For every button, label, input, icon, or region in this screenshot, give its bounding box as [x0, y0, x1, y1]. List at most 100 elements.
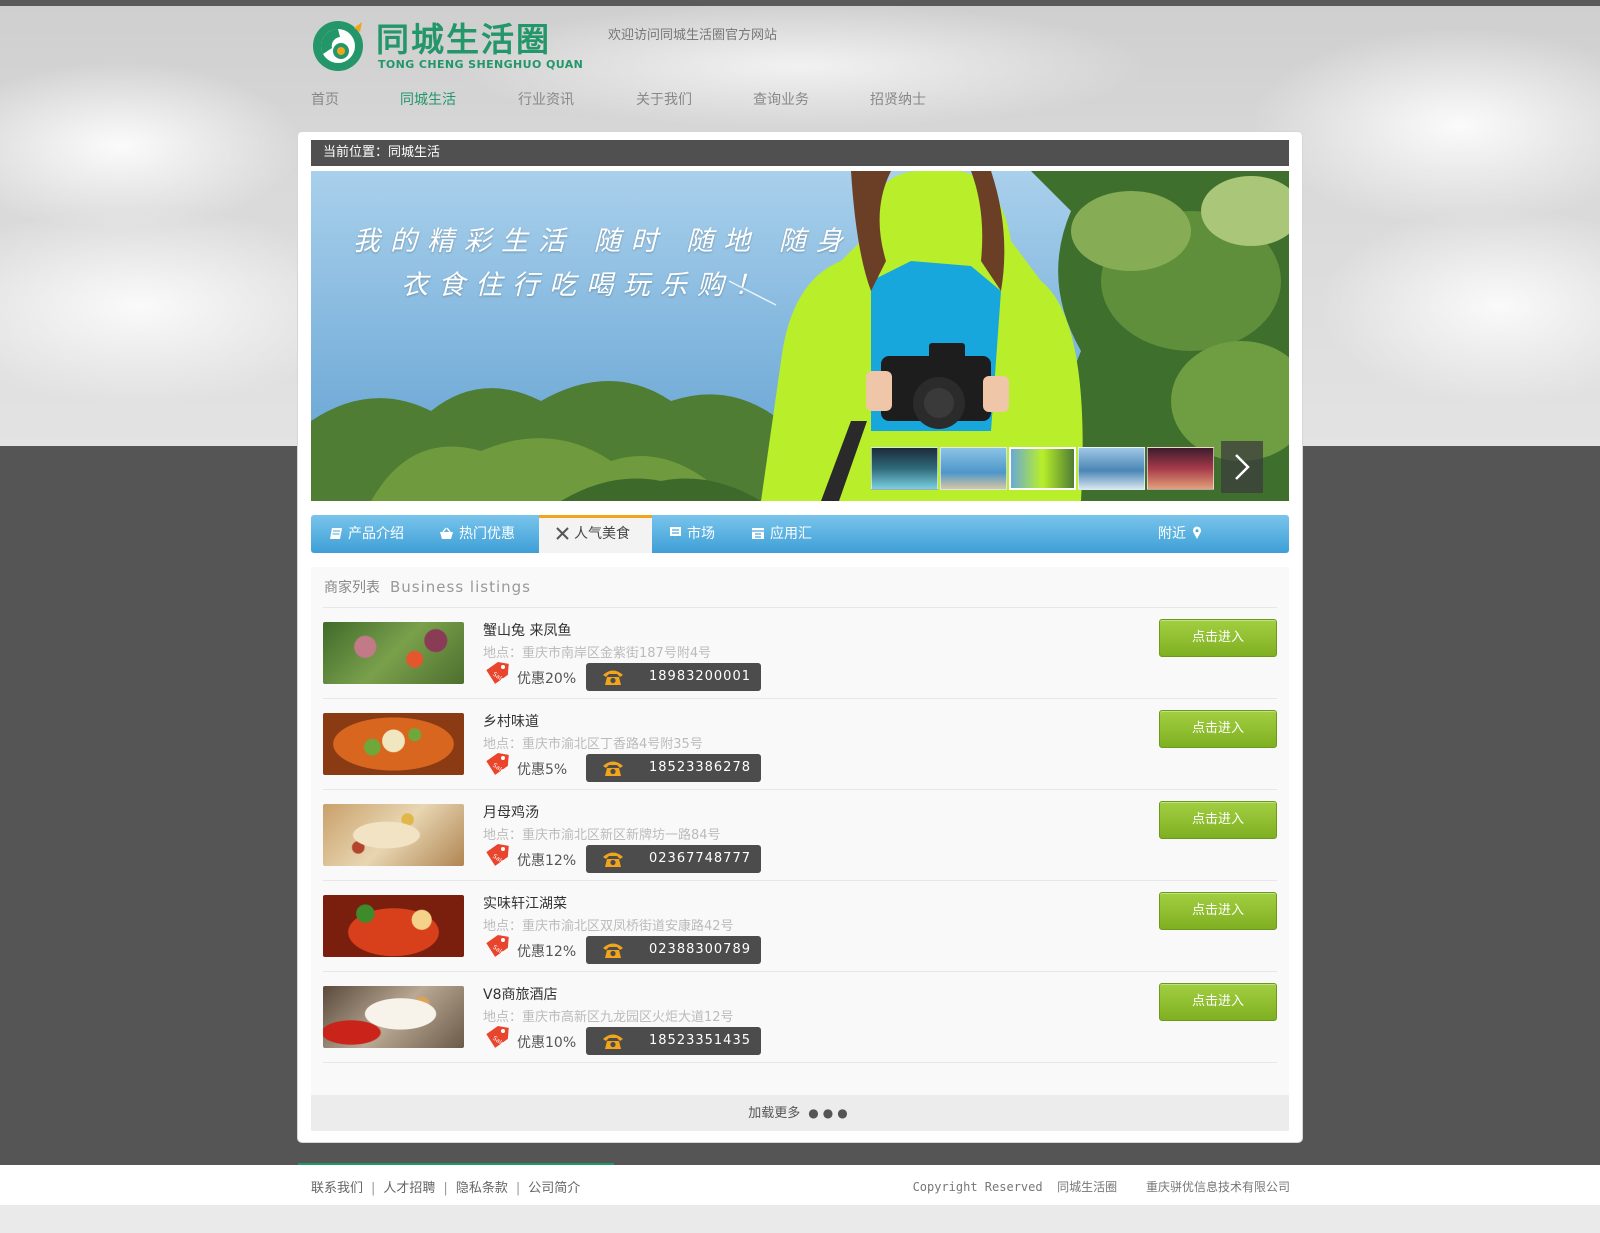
business-name[interactable]: 乡村味道 [483, 711, 539, 731]
phone-button[interactable]: 02367748777 [586, 845, 761, 873]
enter-button[interactable]: 点击进入 [1159, 801, 1277, 839]
site-logo[interactable]: 同城生活圈 TONG CHENG SHENGHUO QUAN [310, 20, 595, 72]
banner-next-button[interactable] [1221, 441, 1263, 493]
tab-label: 附近 [1158, 526, 1186, 542]
load-more-label: 加载更多 [748, 1106, 801, 1121]
list-item: 乡村味道 地点：重庆市渝北区丁香路4号附35号 Sale 优惠5% 185233… [323, 699, 1277, 790]
enter-button[interactable]: 点击进入 [1159, 619, 1277, 657]
business-address: 地点：重庆市渝北区双凤桥街道安康路42号 [483, 919, 734, 934]
listings-title: 商家列表 Business listings [324, 577, 531, 597]
dish-photo[interactable] [323, 895, 464, 957]
list-item: V8商旅酒店 地点：重庆市高新区九龙园区火炬大道12号 Sale 优惠10% 1… [323, 972, 1277, 1063]
hero-banner: 我的精彩生活 随时 随地 随身 衣食住行吃喝玩乐购！ [311, 171, 1289, 501]
enter-button[interactable]: 点击进入 [1159, 983, 1277, 1021]
listings-title-cn: 商家列表 [324, 580, 380, 596]
tab-label: 产品介绍 [348, 526, 404, 542]
breadcrumb: 当前位置：同城生活 [311, 140, 1289, 166]
list-item: 实味轩江湖菜 地点：重庆市渝北区双凤桥街道安康路42号 Sale 优惠12% 0… [323, 881, 1277, 972]
nav-item-query[interactable]: 查询业务 [753, 89, 809, 109]
phone-button[interactable]: 18523351435 [586, 1027, 761, 1055]
sale-tag-icon: Sale [486, 843, 509, 866]
nav-item-industry-news[interactable]: 行业资讯 [518, 89, 574, 109]
book-icon [330, 527, 342, 539]
phone-number: 18523351435 [649, 1033, 751, 1048]
tab-label: 应用汇 [770, 526, 812, 542]
tab-nearby[interactable]: 附近 [1158, 515, 1202, 553]
category-tabs: 产品介绍 热门优惠 人气美食 市场 应用汇 附近 [311, 515, 1289, 553]
logo-mark-icon [313, 21, 363, 71]
phone-number: 02367748777 [649, 851, 751, 866]
tab-popular-food[interactable]: 人气美食 [539, 515, 652, 553]
divider: | [371, 1181, 376, 1196]
list-item: 蟹山兔 来凤鱼 地点：重庆市南岸区金紫街187号附4号 Sale 优惠20% 1… [323, 608, 1277, 699]
market-icon [670, 527, 681, 540]
tab-hot-deals[interactable]: 热门优惠 [439, 515, 515, 553]
basket-icon [440, 527, 453, 539]
company-name: 重庆骈优信息技术有限公司 [1145, 1180, 1290, 1194]
footer-link-privacy[interactable]: 隐私条款 [456, 1181, 508, 1196]
welcome-text: 欢迎访问同城生活圈官方网站 [608, 28, 778, 43]
phone-button[interactable]: 02388300789 [586, 936, 761, 964]
phone-button[interactable]: 18523386278 [586, 754, 761, 782]
dish-photo[interactable] [323, 622, 464, 684]
chevron-right-icon [1235, 454, 1250, 480]
business-listings: 商家列表 Business listings 蟹山兔 来凤鱼 地点：重庆市南岸区金… [311, 567, 1289, 1095]
business-address: 地点：重庆市高新区九龙园区火炬大道12号 [483, 1010, 734, 1025]
bottom-strip [0, 1205, 1600, 1233]
banner-thumbnail-active[interactable] [1009, 447, 1076, 490]
tab-label: 热门优惠 [459, 526, 515, 542]
footer-accent-line [298, 1163, 614, 1165]
phone-icon [603, 943, 623, 958]
copyright: Copyright Reserved 同城生活圈 重庆骈优信息技术有限公司 [913, 1178, 1290, 1195]
copyright-text: Copyright Reserved [912, 1180, 1043, 1194]
business-address: 地点：重庆市渝北区丁香路4号附35号 [483, 737, 703, 752]
phone-number: 18523386278 [649, 760, 751, 775]
nav-item-about[interactable]: 关于我们 [636, 89, 692, 109]
phone-icon [603, 670, 623, 685]
footer-link-careers[interactable]: 人才招聘 [383, 1181, 435, 1196]
nav-item-home[interactable]: 首页 [311, 89, 339, 109]
listings-title-en: Business listings [390, 578, 531, 596]
discount-label: 优惠10% [517, 1035, 577, 1051]
dish-photo[interactable] [323, 713, 464, 775]
nav-item-careers[interactable]: 招贤纳士 [870, 89, 926, 109]
banner-thumbnails [871, 447, 1251, 491]
tab-products[interactable]: 产品介绍 [329, 515, 414, 553]
list-item: 月母鸡汤 地点：重庆市渝北区新区新牌坊一路84号 Sale 优惠12% 0236… [323, 790, 1277, 881]
business-name[interactable]: V8商旅酒店 [483, 984, 557, 1004]
tab-label: 市场 [687, 526, 715, 542]
discount-label: 优惠20% [517, 671, 577, 687]
sale-tag-icon: Sale [486, 661, 509, 684]
phone-button[interactable]: 18983200001 [586, 663, 761, 691]
banner-thumbnail[interactable] [1147, 447, 1214, 490]
enter-button[interactable]: 点击进入 [1159, 892, 1277, 930]
divider: | [443, 1181, 448, 1196]
business-address: 地点：重庆市南岸区金紫街187号附4号 [483, 646, 712, 661]
banner-headline: 我的精彩生活 随时 随地 随身 [353, 226, 853, 257]
utensils-icon [556, 526, 569, 540]
banner-thumbnail[interactable] [871, 447, 938, 490]
phone-icon [603, 1034, 623, 1049]
divider: | [515, 1181, 521, 1196]
business-name[interactable]: 月母鸡汤 [483, 802, 539, 822]
footer-link-about[interactable]: 公司简介 [528, 1181, 580, 1196]
phone-number: 02388300789 [649, 942, 751, 957]
phone-number: 18983200001 [649, 669, 751, 684]
dish-photo[interactable] [323, 986, 464, 1048]
discount-label: 优惠12% [517, 944, 577, 960]
nav-item-city-life[interactable]: 同城生活 [400, 89, 456, 109]
sale-tag-icon: Sale [486, 752, 509, 775]
business-name[interactable]: 蟹山兔 来凤鱼 [483, 620, 571, 640]
load-more-button[interactable]: 加载更多 ●●● [311, 1095, 1289, 1131]
banner-thumbnail[interactable] [1078, 447, 1145, 490]
logo-text: 同城生活圈 [376, 20, 551, 59]
enter-button[interactable]: 点击进入 [1159, 710, 1277, 748]
business-name[interactable]: 实味轩江湖菜 [483, 893, 567, 913]
banner-thumbnail[interactable] [940, 447, 1007, 490]
tab-app-hub[interactable]: 应用汇 [751, 515, 812, 553]
dish-photo[interactable] [323, 804, 464, 866]
copyright-site: 同城生活圈 [1057, 1180, 1118, 1194]
sale-tag-icon: Sale [486, 1025, 509, 1048]
footer-link-contact[interactable]: 联系我们 [311, 1181, 363, 1196]
tab-market[interactable]: 市场 [669, 515, 715, 553]
